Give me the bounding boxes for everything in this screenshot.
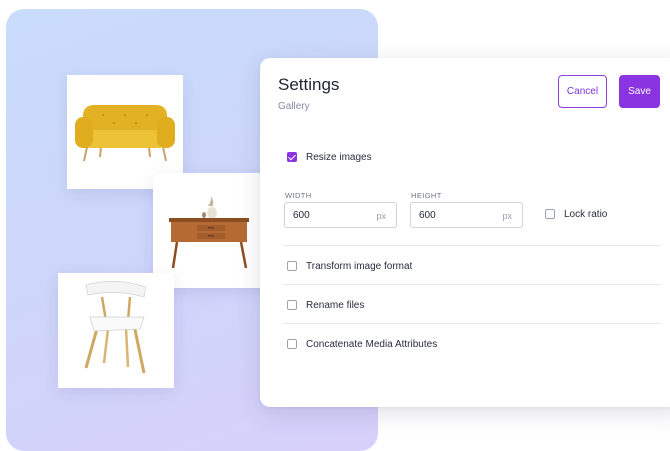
- gallery-photo-sofa: [67, 75, 183, 189]
- resize-images-checkbox[interactable]: [287, 152, 297, 162]
- settings-subtitle: Gallery: [278, 101, 310, 112]
- save-button[interactable]: Save: [619, 75, 660, 108]
- width-input[interactable]: 600 px: [284, 202, 397, 228]
- settings-title: Settings: [278, 75, 340, 94]
- lock-ratio-label: Lock ratio: [564, 209, 608, 220]
- settings-card: Settings Gallery Cancel Save Resize imag…: [260, 58, 670, 407]
- gallery-photo-sideboard: [153, 173, 271, 288]
- rename-files-checkbox[interactable]: [287, 300, 297, 310]
- width-unit: px: [376, 211, 386, 221]
- divider: [284, 284, 660, 285]
- concatenate-attributes-checkbox[interactable]: [287, 339, 297, 349]
- height-label: HEIGHT: [411, 191, 442, 200]
- lock-ratio-checkbox[interactable]: [545, 209, 555, 219]
- width-value: 600: [293, 210, 310, 221]
- height-input[interactable]: 600 px: [410, 202, 523, 228]
- transform-format-checkbox[interactable]: [287, 261, 297, 271]
- chair-image: [84, 281, 147, 374]
- resize-images-label: Resize images: [306, 152, 372, 163]
- rename-files-label: Rename files: [306, 300, 365, 311]
- concatenate-attributes-label: Concatenate Media Attributes: [306, 339, 438, 350]
- height-value: 600: [419, 210, 436, 221]
- height-unit: px: [502, 211, 512, 221]
- sideboard-image: [169, 196, 249, 269]
- width-label: WIDTH: [285, 191, 312, 200]
- divider: [284, 245, 660, 246]
- sofa-image: [75, 105, 175, 162]
- cancel-button[interactable]: Cancel: [558, 75, 607, 108]
- transform-format-label: Transform image format: [306, 261, 413, 272]
- divider: [284, 323, 660, 324]
- gallery-photo-chair: [58, 273, 174, 388]
